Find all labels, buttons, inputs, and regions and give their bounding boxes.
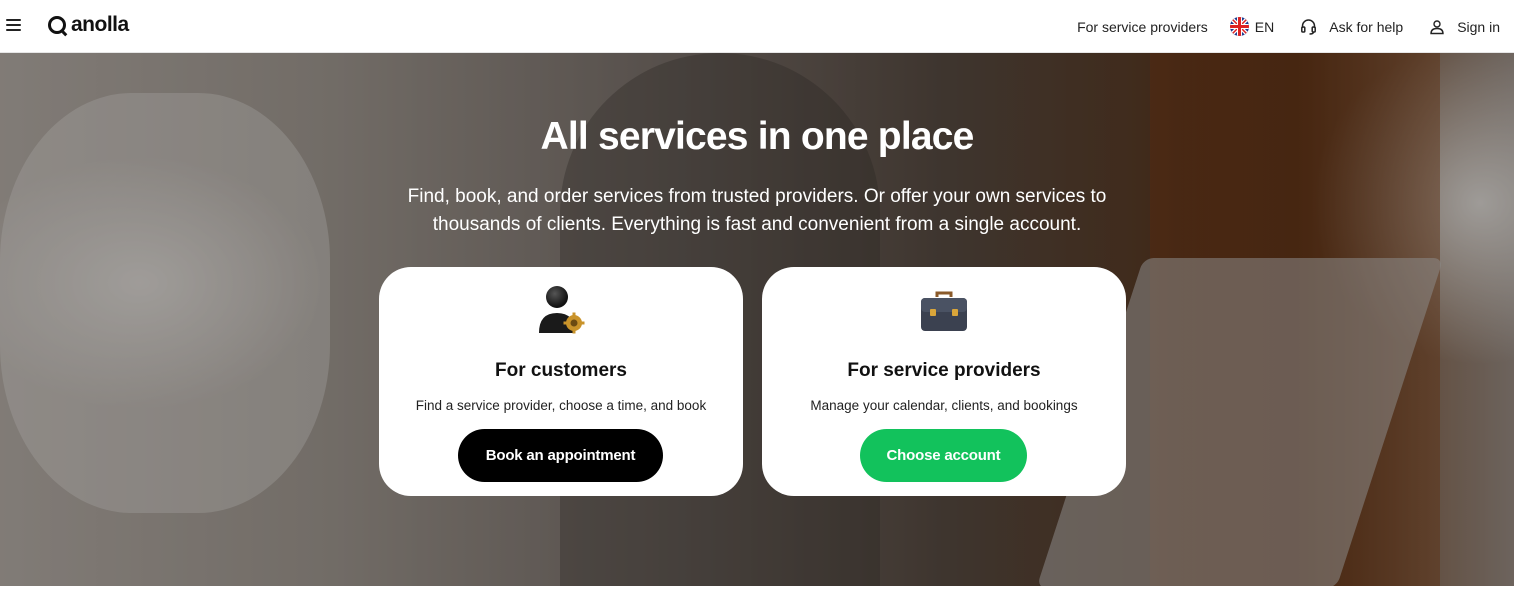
logo-text: anolla xyxy=(71,13,129,36)
providers-card-title: For service providers xyxy=(847,360,1041,381)
logo-mark-icon xyxy=(48,16,66,34)
page-bottom-strip xyxy=(0,586,1514,603)
logo[interactable]: anolla xyxy=(48,13,129,37)
language-label: EN xyxy=(1254,18,1275,35)
top-header: anolla For service providers EN Ask for … xyxy=(0,0,1514,53)
customers-card: For customers Find a service provider, c… xyxy=(379,267,743,496)
language-selector[interactable]: EN xyxy=(1229,17,1275,36)
choose-account-button[interactable]: Choose account xyxy=(860,429,1027,482)
sign-in-label: Sign in xyxy=(1457,18,1500,35)
customers-card-title: For customers xyxy=(495,360,627,381)
ask-for-help-link[interactable]: Ask for help xyxy=(1300,18,1403,35)
uk-flag-icon xyxy=(1229,17,1249,36)
providers-card: For service providers Manage your calend… xyxy=(762,267,1126,496)
customers-card-description: Find a service provider, choose a time, … xyxy=(415,398,707,413)
user-icon xyxy=(1429,19,1445,35)
hero-subtitle: Find, book, and order services from trus… xyxy=(407,186,1107,235)
hero-section: All services in one place Find, book, an… xyxy=(0,53,1514,586)
help-label: Ask for help xyxy=(1329,18,1404,35)
hero-title: All services in one place xyxy=(540,115,974,158)
providers-card-description: Manage your calendar, clients, and booki… xyxy=(810,398,1078,413)
user-gear-icon xyxy=(379,283,743,339)
sign-in-link[interactable]: Sign in xyxy=(1429,19,1500,35)
briefcase-icon xyxy=(762,283,1126,339)
header-nav: For service providers EN Ask for help Si… xyxy=(1077,0,1500,53)
hamburger-menu-icon[interactable] xyxy=(6,18,22,32)
nav-for-service-providers-link[interactable]: For service providers xyxy=(1077,19,1208,35)
headset-icon xyxy=(1300,18,1317,35)
book-appointment-button[interactable]: Book an appointment xyxy=(458,429,663,482)
